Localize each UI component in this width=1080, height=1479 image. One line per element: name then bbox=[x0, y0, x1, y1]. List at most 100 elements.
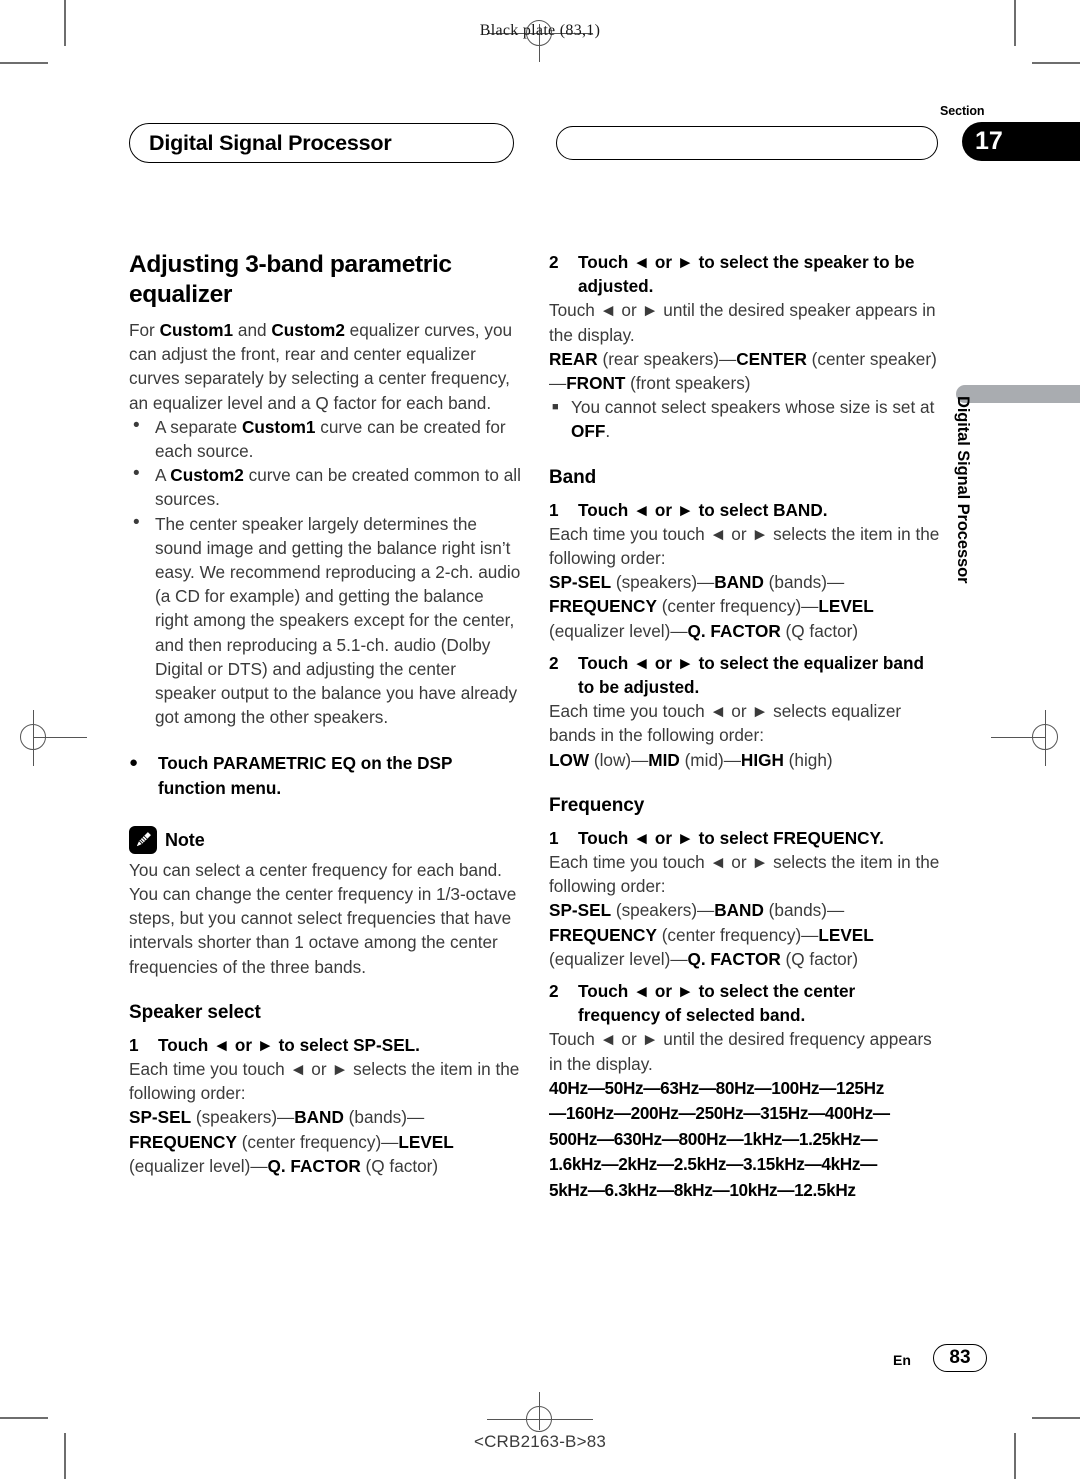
list-item: A separate Custom1 curve can be created … bbox=[129, 414, 521, 463]
speaker-center: CENTER bbox=[736, 348, 807, 369]
action-instruction: Touch PARAMETRIC EQ on the DSP function … bbox=[129, 751, 521, 799]
band-values-list: LOW (low)—MID (mid)—HIGH (high) bbox=[549, 748, 941, 772]
speaker-size-note-text: You cannot select speakers whose size is… bbox=[571, 397, 935, 418]
speaker-rear: REAR bbox=[549, 348, 598, 369]
order-eqlevel-paren: (equalizer level)— bbox=[549, 948, 688, 969]
speaker-select-step-1: 1 Touch ◄ or ► to select SP-SEL. bbox=[129, 1033, 521, 1057]
order-frequency: FREQUENCY bbox=[549, 596, 657, 617]
intro-text-2: and bbox=[233, 320, 272, 340]
running-head-blank-pill bbox=[556, 126, 938, 160]
order-q-paren: (Q factor) bbox=[780, 620, 859, 641]
order-centerfreq-paren: (center frequency)— bbox=[236, 1131, 399, 1152]
step-number: 2 bbox=[549, 981, 559, 1002]
footer-language: En bbox=[893, 1352, 911, 1368]
speaker-size-note: You cannot select speakers whose size is… bbox=[549, 395, 941, 443]
order-speakers-paren: (speakers)— bbox=[611, 900, 715, 921]
speaker-select-step-1-body: Each time you touch ◄ or ► selects the i… bbox=[129, 1059, 520, 1104]
order-centerfreq-paren: (center frequency)— bbox=[656, 924, 819, 945]
band-step-1-body: Each time you touch ◄ or ► selects the i… bbox=[549, 523, 940, 569]
step-number: 1 bbox=[549, 827, 559, 848]
order-sp-sel: SP-SEL bbox=[129, 1107, 192, 1128]
step-text: Touch ◄ or ► to select the equalizer ban… bbox=[578, 652, 924, 698]
crop-mark-top-right-horizontal bbox=[1032, 62, 1080, 64]
speaker-select-step-2: 2 Touch ◄ or ► to select the speaker to b… bbox=[549, 250, 941, 298]
order-speakers-paren: (speakers)— bbox=[611, 572, 715, 593]
speaker-select-order: SP-SEL (speakers)—BAND (bands)— FREQUENCY… bbox=[129, 1105, 521, 1178]
list-item: The center speaker largely determines th… bbox=[129, 511, 521, 730]
order-band: BAND bbox=[714, 900, 764, 921]
order-qfactor: Q. FACTOR bbox=[687, 620, 781, 641]
frequency-line-3: 500Hz—630Hz—800Hz—1kHz—1.25kHz— bbox=[549, 1128, 878, 1149]
step-number: 1 bbox=[129, 1034, 139, 1055]
intro-paragraph: For Custom1 and Custom2 equalizer curves… bbox=[129, 318, 521, 415]
crop-mark-bottom-right-horizontal bbox=[1032, 1417, 1080, 1419]
frequency-line-5: 5kHz—6.3kHz—8kHz—10kHz—12.5kHz bbox=[549, 1179, 856, 1200]
intro-bold-custom2: Custom2 bbox=[271, 320, 345, 340]
bullet1-bold: Custom1 bbox=[241, 416, 316, 437]
footer-page-number: 83 bbox=[933, 1344, 987, 1372]
order-frequency: FREQUENCY bbox=[129, 1131, 237, 1152]
section-label: Section bbox=[940, 104, 985, 118]
pencil-icon bbox=[129, 825, 157, 854]
frequency-line-4: 1.6kHz—2kHz—2.5kHz—3.15kHz—4kHz— bbox=[549, 1154, 877, 1175]
band-step-2-body: Each time you touch ◄ or ► selects equal… bbox=[549, 701, 902, 746]
step-text: Touch ◄ or ► to select FREQUENCY. bbox=[578, 827, 884, 848]
frequency-step-1-body: Each time you touch ◄ or ► selects the i… bbox=[549, 852, 940, 897]
side-tab-label: Digital Signal Processor bbox=[954, 396, 972, 584]
frequency-line-1: 40Hz—50Hz—63Hz—80Hz—100Hz—125Hz bbox=[549, 1077, 884, 1098]
step-number: 2 bbox=[549, 652, 559, 673]
band-heading: Band bbox=[549, 466, 597, 488]
running-head-chapter: Digital Signal Processor bbox=[129, 123, 514, 163]
frequency-line-2: —160Hz—200Hz—250Hz—315Hz—400Hz— bbox=[549, 1103, 890, 1124]
page-title: Adjusting 3-band parametric equalizer bbox=[129, 251, 452, 308]
order-centerfreq-paren: (center frequency)— bbox=[656, 596, 819, 617]
speaker-select-heading: Speaker select bbox=[129, 1001, 261, 1023]
band-mid-paren: (mid)— bbox=[679, 749, 741, 770]
speaker-front-paren: (front speakers) bbox=[625, 373, 751, 394]
order-bands-paren: (bands)— bbox=[763, 900, 845, 921]
band-step-1: 1 Touch ◄ or ► to select BAND. bbox=[549, 498, 941, 522]
order-level: LEVEL bbox=[398, 1131, 454, 1152]
speaker-order-list: REAR (rear speakers)—CENTER (center spea… bbox=[549, 347, 941, 395]
order-q-paren: (Q factor) bbox=[780, 948, 859, 969]
order-bands-paren: (bands)— bbox=[343, 1107, 425, 1128]
note-body: You can select a center frequency for ea… bbox=[129, 859, 517, 977]
step-text: Touch ◄ or ► to select SP-SEL. bbox=[158, 1034, 420, 1055]
band-step-2: 2 Touch ◄ or ► to select the equalizer ba… bbox=[549, 651, 941, 699]
order-bands-paren: (bands)— bbox=[763, 572, 845, 593]
frequency-order-list: SP-SEL (speakers)—BAND (bands)— FREQUENCY… bbox=[549, 898, 941, 971]
order-eqlevel-paren: (equalizer level)— bbox=[129, 1155, 268, 1176]
order-level: LEVEL bbox=[818, 596, 874, 617]
order-qfactor: Q. FACTOR bbox=[267, 1155, 361, 1176]
crop-mark-bottom-left-horizontal bbox=[0, 1417, 48, 1419]
band-low: LOW bbox=[549, 749, 590, 770]
registration-mark-left bbox=[6, 710, 87, 766]
band-low-paren: (low)— bbox=[589, 749, 649, 770]
black-plate-label: Black plate (83,1) bbox=[479, 22, 601, 39]
speaker-front: FRONT bbox=[566, 373, 626, 394]
bullet2-text-a: A bbox=[155, 465, 171, 486]
note-label: Note bbox=[165, 829, 205, 850]
section-number-badge: 17 bbox=[962, 122, 1080, 161]
intro-bullet-list: A separate Custom1 curve can be created … bbox=[129, 414, 521, 730]
step-text: Touch ◄ or ► to select BAND. bbox=[578, 499, 828, 520]
bullet2-bold: Custom2 bbox=[170, 465, 244, 486]
frequency-values-list: 40Hz—50Hz—63Hz—80Hz—100Hz—125Hz —160Hz—2… bbox=[549, 1076, 941, 1204]
order-band: BAND bbox=[714, 572, 764, 593]
order-frequency: FREQUENCY bbox=[549, 924, 657, 945]
order-eqlevel-paren: (equalizer level)— bbox=[549, 620, 688, 641]
left-column: Adjusting 3-band parametric equalizer Fo… bbox=[129, 250, 521, 1178]
band-mid: MID bbox=[648, 749, 680, 770]
order-sp-sel: SP-SEL bbox=[549, 900, 612, 921]
order-band: BAND bbox=[294, 1107, 344, 1128]
speaker-size-note-period: . bbox=[605, 421, 611, 442]
order-sp-sel: SP-SEL bbox=[549, 572, 612, 593]
speaker-rear-paren: (rear speakers)— bbox=[597, 348, 737, 369]
order-level: LEVEL bbox=[818, 924, 874, 945]
list-item: A Custom2 curve can be created common to… bbox=[129, 462, 521, 511]
band-order-list: SP-SEL (speakers)—BAND (bands)— FREQUENCY… bbox=[549, 570, 941, 643]
crop-mark-top-left-horizontal bbox=[0, 62, 48, 64]
step-number: 2 bbox=[549, 252, 559, 272]
side-tab-bar bbox=[956, 385, 1080, 403]
frequency-heading: Frequency bbox=[549, 794, 645, 816]
